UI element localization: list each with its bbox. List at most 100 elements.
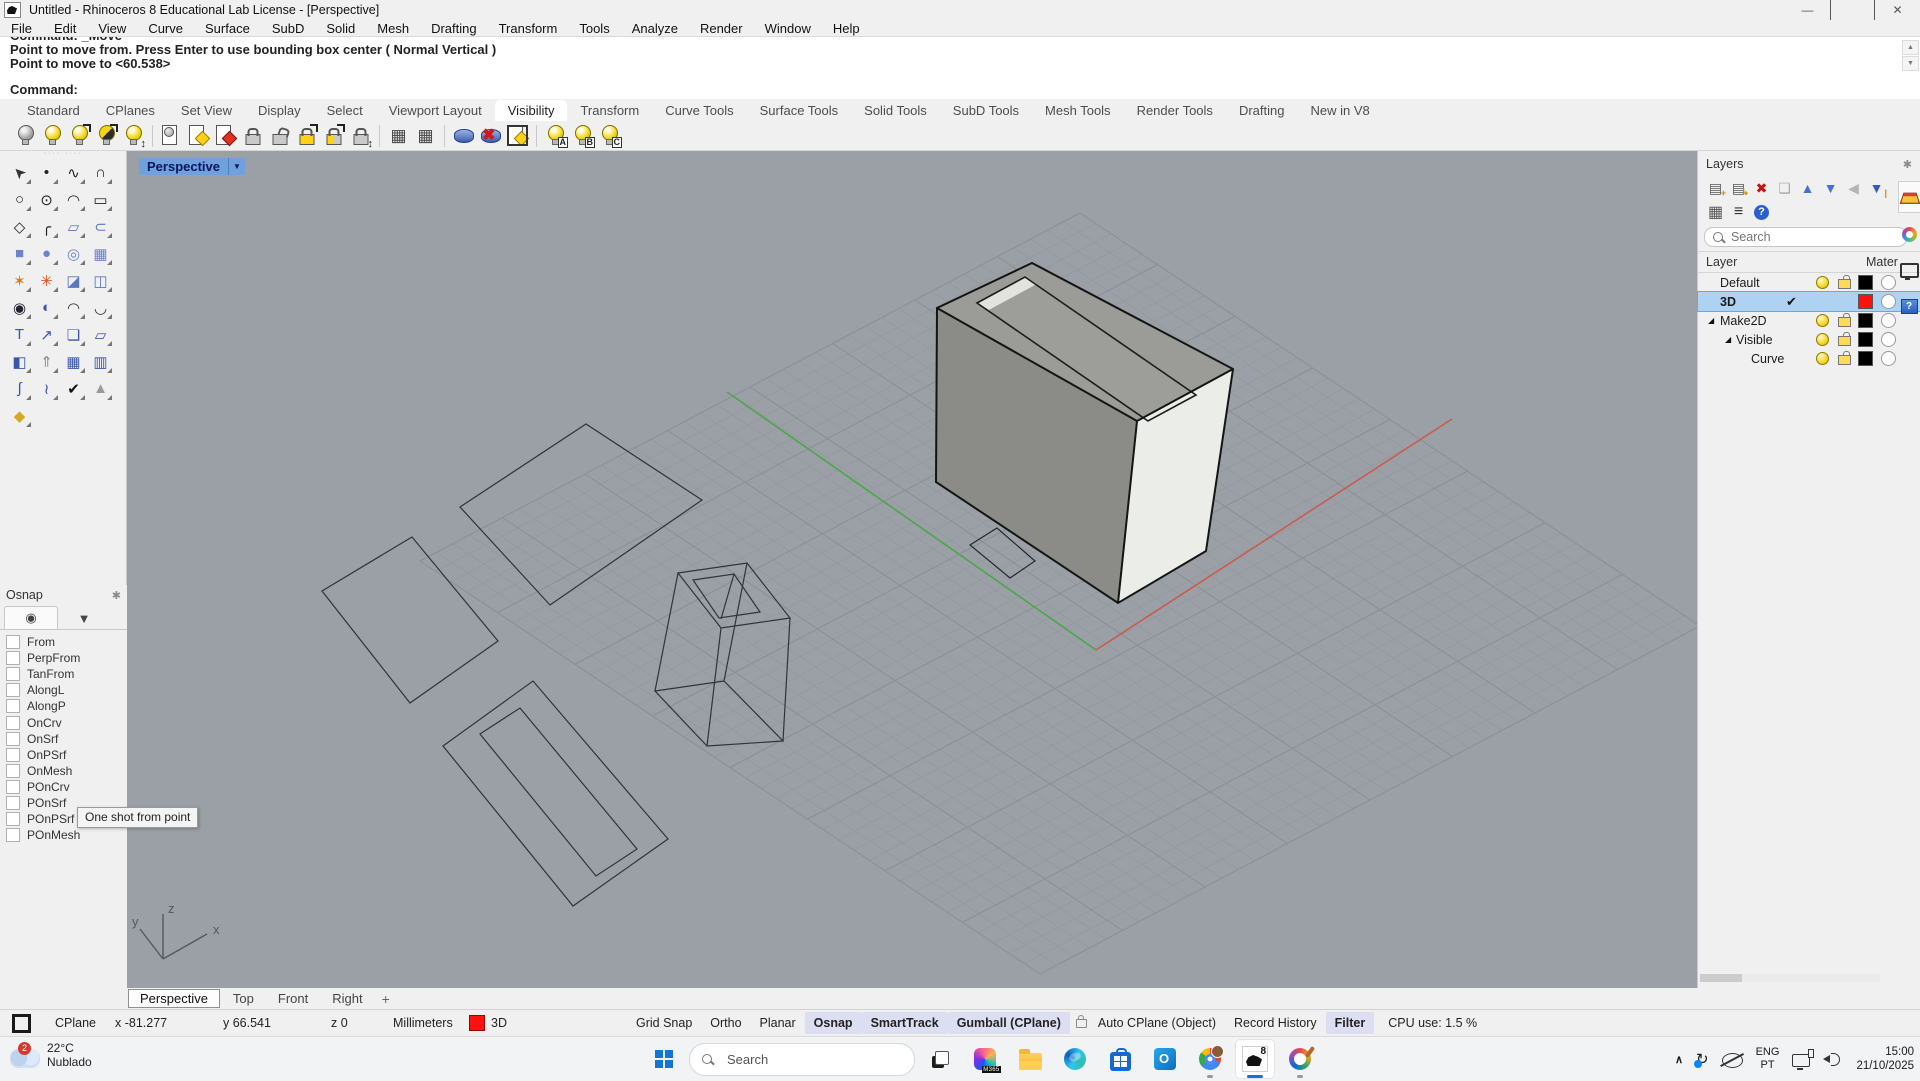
arc-3pt-tool[interactable]: ◠: [60, 186, 87, 213]
fillet-curve-tool[interactable]: ╭: [33, 213, 60, 240]
tab-solid-tools[interactable]: Solid Tools: [851, 100, 940, 121]
clock[interactable]: 15:00 21/10/2025: [1856, 1045, 1914, 1073]
polygon-tool[interactable]: ◇: [6, 213, 33, 240]
new-viewport-icon[interactable]: +: [376, 991, 396, 1007]
status-cplane[interactable]: CPlane: [55, 1016, 115, 1030]
menu-surface[interactable]: Surface: [194, 21, 261, 36]
layer-lock-icon[interactable]: [1838, 279, 1851, 289]
surface-from-points-tool[interactable]: ▱: [60, 213, 87, 240]
menu-help[interactable]: Help: [822, 21, 871, 36]
speaker-icon[interactable]: [1823, 1051, 1843, 1067]
status-toggle-auto-cplane-object-[interactable]: Auto CPlane (Object): [1089, 1012, 1225, 1034]
status-current-layer[interactable]: 3D: [469, 1015, 507, 1031]
hide-in-detail-icon[interactable]: [159, 123, 184, 148]
column-header-material[interactable]: Mater: [1866, 255, 1898, 269]
menu-solid[interactable]: Solid: [315, 21, 366, 36]
tab-set-view[interactable]: Set View: [168, 100, 245, 121]
menu-edit[interactable]: Edit: [43, 21, 87, 36]
menu-window[interactable]: Window: [754, 21, 822, 36]
command-scrollbar[interactable]: ▲ ▼: [1902, 39, 1919, 97]
new-sublayer-icon[interactable]: ▤↳: [1727, 177, 1750, 199]
status-toggle-ortho[interactable]: Ortho: [701, 1012, 750, 1034]
boolean-union-tool[interactable]: ◉: [6, 294, 33, 321]
checkbox-alongp[interactable]: [6, 699, 20, 713]
tab-drafting[interactable]: Drafting: [1226, 100, 1298, 121]
copy-tool[interactable]: ❏: [60, 321, 87, 348]
show-objects-icon[interactable]: [40, 123, 65, 148]
viewport-title[interactable]: Perspective: [139, 158, 228, 175]
layer-color-swatch[interactable]: [1858, 332, 1873, 347]
menu-analyze[interactable]: Analyze: [621, 21, 689, 36]
hide-control-points-icon[interactable]: ▦: [413, 123, 438, 148]
checkbox-onpsrf[interactable]: [6, 748, 20, 762]
menu-subd[interactable]: SubD: [261, 21, 316, 36]
status-toggle-grid-snap[interactable]: Grid Snap: [627, 1012, 701, 1034]
scale-tool[interactable]: ↗: [33, 321, 60, 348]
help-tab[interactable]: ?: [1898, 291, 1920, 321]
adjustable-blend-tool[interactable]: ◡: [87, 294, 114, 321]
onedrive-sync-icon[interactable]: ↻: [1696, 1052, 1709, 1067]
menu-mesh[interactable]: Mesh: [366, 21, 420, 36]
layer-name[interactable]: Default: [1720, 276, 1760, 290]
status-toggle-filter[interactable]: Filter: [1326, 1012, 1375, 1034]
layer-color-swatch[interactable]: [1858, 294, 1873, 309]
gear-icon[interactable]: ✱: [1903, 158, 1912, 171]
gear-icon[interactable]: ✱: [112, 589, 121, 602]
bend-tool[interactable]: ≀: [33, 375, 60, 402]
layer-name[interactable]: 3D: [1720, 295, 1736, 309]
taskbar-app-edge[interactable]: [1055, 1039, 1095, 1079]
blend-curve-tool[interactable]: ◠: [60, 294, 87, 321]
viewport-title-menu[interactable]: ▼: [228, 158, 245, 175]
unlock-selected-icon[interactable]: [294, 123, 319, 148]
display-tab[interactable]: [1898, 255, 1920, 285]
scroll-up-icon[interactable]: ▲: [1902, 40, 1919, 55]
status-y-coordinate[interactable]: y 66.541: [223, 1016, 331, 1030]
tab-new-in-v8[interactable]: New in V8: [1297, 100, 1382, 121]
table-view-icon[interactable]: ▦: [1704, 201, 1727, 223]
tab-cplanes[interactable]: CPlanes: [93, 100, 168, 121]
surface-grid-tool[interactable]: ▦: [87, 240, 114, 267]
lock-toggle-icon[interactable]: [321, 123, 346, 148]
checkbox-oncrv[interactable]: [6, 716, 20, 730]
flow-tool[interactable]: ∫: [6, 375, 33, 402]
layer-visibility-bulb-icon[interactable]: [1816, 314, 1829, 327]
swap-locked-icon[interactable]: ↕: [348, 123, 373, 148]
explode-tool[interactable]: ✶: [6, 267, 33, 294]
layer-visibility-bulb-icon[interactable]: [1816, 333, 1829, 346]
taskbar-app-file-explorer[interactable]: [1010, 1039, 1050, 1079]
show-control-points-icon[interactable]: ▦: [386, 123, 411, 148]
move-up-icon[interactable]: ▲: [1796, 177, 1819, 199]
layer-menu-icon[interactable]: ≡: [1727, 201, 1750, 223]
tab-transform[interactable]: Transform: [567, 100, 652, 121]
network-icon[interactable]: [1792, 1054, 1810, 1067]
collapse-icon[interactable]: ◀: [1842, 177, 1865, 199]
cone-cylinder-tool[interactable]: ▲: [87, 375, 114, 402]
start-button[interactable]: [644, 1039, 684, 1079]
circle-tool[interactable]: ○: [6, 186, 33, 213]
bulb-group-b-icon[interactable]: B: [570, 123, 595, 148]
move-down-icon[interactable]: ▼: [1819, 177, 1842, 199]
layer-lock-icon[interactable]: [1838, 355, 1851, 365]
menu-render[interactable]: Render: [689, 21, 754, 36]
show-hidden-icons-icon[interactable]: ∧: [1675, 1053, 1683, 1066]
perspective-viewport[interactable]: Perspective ▼: [127, 151, 1697, 988]
menu-file[interactable]: File: [0, 21, 43, 36]
expand-triangle-icon[interactable]: ◢: [1725, 335, 1731, 344]
taskbar-app-copilot-m365[interactable]: M365: [965, 1039, 1005, 1079]
taskbar-app-outlook[interactable]: [1145, 1039, 1185, 1079]
status-toggle-osnap[interactable]: Osnap: [805, 1012, 862, 1034]
unlock-objects-icon[interactable]: [267, 123, 292, 148]
menu-tools[interactable]: Tools: [568, 21, 620, 36]
bulb-group-a-icon[interactable]: A: [543, 123, 568, 148]
checkbox-onmesh[interactable]: [6, 764, 20, 778]
menu-view[interactable]: View: [87, 21, 137, 36]
ellipse-tool[interactable]: ⊙: [33, 186, 60, 213]
layer-material-circle[interactable]: [1881, 294, 1896, 309]
help-icon[interactable]: ?: [1750, 201, 1773, 223]
command-area[interactable]: Command: _Move Point to move from. Press…: [0, 36, 1920, 101]
command-prompt[interactable]: Command:: [10, 81, 78, 99]
tab-viewport-layout[interactable]: Viewport Layout: [376, 100, 495, 121]
point-tool[interactable]: •: [33, 159, 60, 186]
checkbox-alongl[interactable]: [6, 683, 20, 697]
tab-standard[interactable]: Standard: [14, 100, 93, 121]
